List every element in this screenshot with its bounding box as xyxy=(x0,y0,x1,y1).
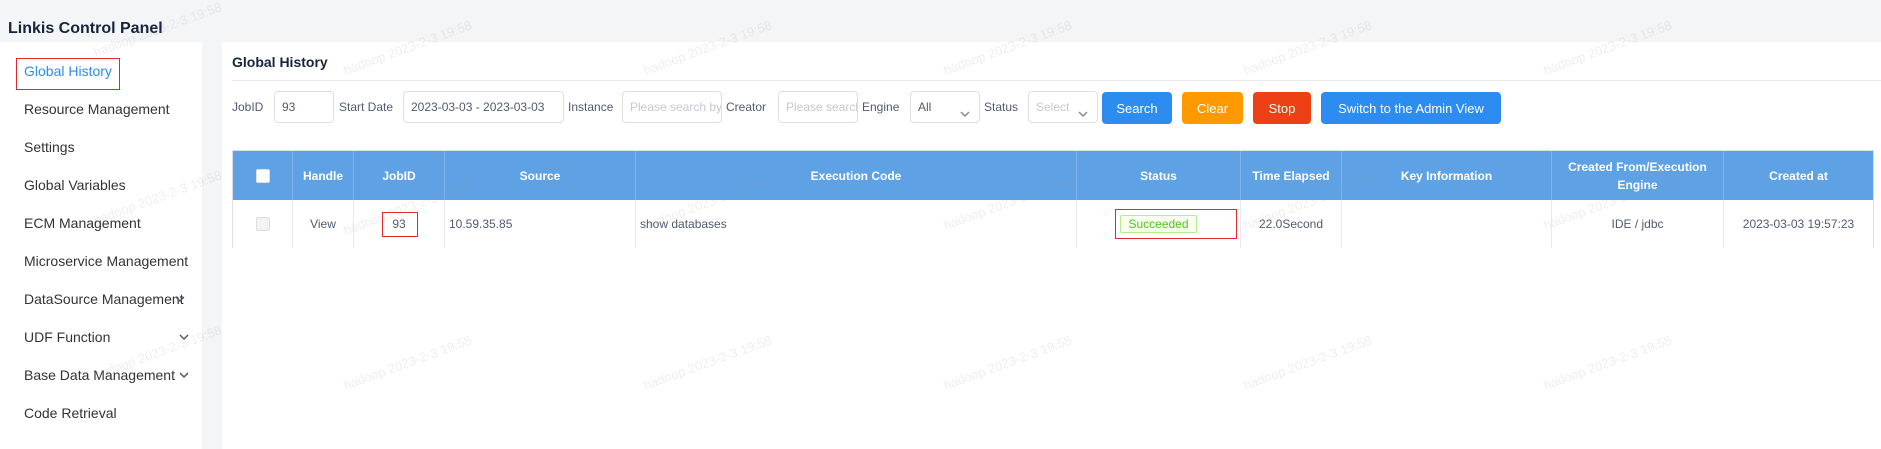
column-header-created-from: Created From/Execution Engine xyxy=(1552,151,1724,200)
sidebar-item-label: Microservice Management xyxy=(24,253,189,269)
sidebar-item-label: Code Retrieval xyxy=(24,405,117,421)
jobid-input[interactable]: 93 xyxy=(274,91,334,123)
source-cell: 10.59.35.85 xyxy=(445,200,636,248)
column-header-time-elapsed: Time Elapsed xyxy=(1241,151,1342,200)
instance-input[interactable]: Please search by xyxy=(622,91,722,123)
column-header-handle: Handle xyxy=(293,151,354,200)
creator-input[interactable]: Please search xyxy=(778,91,858,123)
sidebar-item-global-variables[interactable]: Global Variables xyxy=(0,170,202,200)
view-link[interactable]: View xyxy=(293,200,354,248)
row-checkbox[interactable] xyxy=(255,217,270,231)
created-from-cell: IDE / jdbc xyxy=(1552,200,1724,248)
sidebar-item-resource-management[interactable]: Resource Management xyxy=(0,94,202,124)
sidebar-item-label: DataSource Management xyxy=(24,291,184,307)
table-header: Handle JobID Source Execution Code Statu… xyxy=(233,151,1873,200)
engine-select-value: All xyxy=(918,100,932,114)
chevron-down-icon xyxy=(1077,101,1089,117)
column-header-created-at: Created at xyxy=(1769,168,1828,183)
chevron-down-icon xyxy=(959,101,971,117)
table-row: View 93 10.59.35.85 show databases Succe… xyxy=(233,200,1873,248)
sidebar-item-settings[interactable]: Settings xyxy=(0,132,202,162)
sidebar-item-label: UDF Function xyxy=(24,329,111,345)
sidebar-item-global-history[interactable]: Global History xyxy=(0,56,202,90)
search-button[interactable]: Search xyxy=(1102,92,1172,124)
select-all-checkbox[interactable] xyxy=(255,168,270,183)
sidebar-item-label: Global Variables xyxy=(24,177,126,193)
status-select-placeholder: Select xyxy=(1036,100,1070,114)
filter-bar: JobID 93 Start Date 2023-03-03 - 2023-03… xyxy=(232,90,1881,124)
engine-label: Engine xyxy=(862,100,900,114)
instance-label: Instance xyxy=(568,100,614,114)
start-date-label: Start Date xyxy=(339,100,394,114)
app-title: Linkis Control Panel xyxy=(8,20,163,37)
sidebar-item-datasource-management[interactable]: DataSource Management xyxy=(0,284,202,314)
chevron-down-icon xyxy=(172,291,188,307)
sidebar-item-label: Resource Management xyxy=(24,101,170,117)
created-at-cell: 2023-03-03 19:57:23 xyxy=(1742,217,1855,231)
jobid-label: JobID xyxy=(232,100,264,114)
column-header-jobid: JobID xyxy=(354,151,445,200)
clear-button[interactable]: Clear xyxy=(1182,92,1243,124)
page-title: Global History xyxy=(232,54,328,70)
sidebar-item-label: Base Data Management xyxy=(24,367,175,383)
row-select-cell xyxy=(233,200,293,248)
execution-code-cell: show databases xyxy=(636,200,1077,248)
divider xyxy=(232,80,1881,81)
sidebar-item-ecm-management[interactable]: ECM Management xyxy=(0,208,202,238)
highlight-box xyxy=(16,58,120,90)
key-information-cell xyxy=(1342,200,1552,248)
date-range-picker[interactable]: 2023-03-03 - 2023-03-03 xyxy=(403,91,564,123)
column-header-execution-code: Execution Code xyxy=(636,151,1077,200)
column-header-status: Status xyxy=(1077,151,1241,200)
time-elapsed-cell: 22.0Second xyxy=(1241,200,1342,248)
highlight-box xyxy=(382,212,418,237)
sidebar-item-label: Settings xyxy=(24,139,75,155)
engine-select[interactable]: All xyxy=(910,91,980,123)
history-table: Handle JobID Source Execution Code Statu… xyxy=(232,150,1874,248)
status-select[interactable]: Select xyxy=(1028,91,1098,123)
chevron-down-icon xyxy=(176,329,192,345)
sidebar-item-label: ECM Management xyxy=(24,215,141,231)
main-content: Global History JobID 93 Start Date 2023-… xyxy=(222,42,1881,449)
column-header-source: Source xyxy=(445,151,636,200)
creator-label: Creator xyxy=(726,100,767,114)
sidebar: Global History Resource Management Setti… xyxy=(0,42,202,449)
sidebar-item-microservice-management[interactable]: Microservice Management xyxy=(0,246,202,276)
column-header-key-information: Key Information xyxy=(1342,151,1552,200)
sidebar-item-code-retrieval[interactable]: Code Retrieval xyxy=(0,398,202,428)
stop-button[interactable]: Stop xyxy=(1253,92,1311,124)
highlight-box xyxy=(1115,209,1237,239)
sidebar-item-udf-function[interactable]: UDF Function xyxy=(0,322,202,352)
status-label: Status xyxy=(984,100,1019,114)
sidebar-item-base-data-management[interactable]: Base Data Management xyxy=(0,360,202,390)
chevron-down-icon xyxy=(176,367,192,383)
switch-admin-view-button[interactable]: Switch to the Admin View xyxy=(1321,92,1501,124)
select-all-header xyxy=(233,151,293,200)
